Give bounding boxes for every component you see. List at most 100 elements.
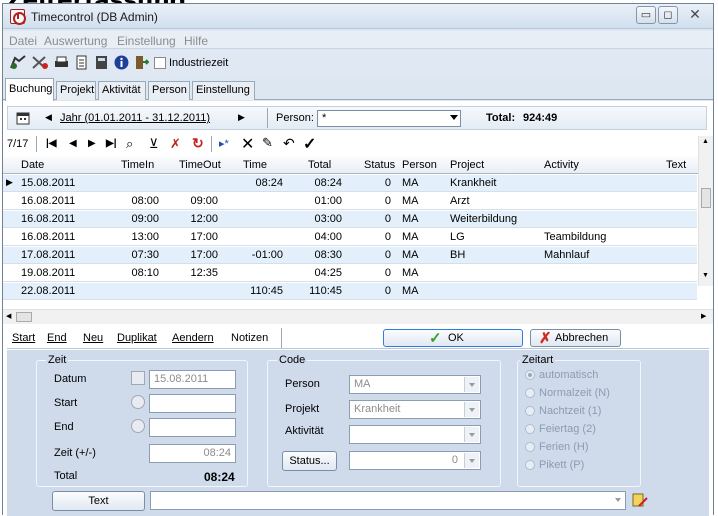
projekt-label: Projekt: [285, 403, 320, 415]
separator: [211, 136, 212, 152]
industriezeit-checkbox[interactable]: [154, 57, 166, 69]
start-button[interactable]: Start: [12, 332, 35, 344]
start-field[interactable]: [149, 394, 236, 413]
tab-person[interactable]: Person: [148, 81, 190, 100]
undo-icon[interactable]: ↶: [283, 135, 295, 152]
first-record-icon[interactable]: |◀: [46, 138, 57, 149]
radio-pikett[interactable]: [525, 460, 535, 470]
status-button[interactable]: Status...: [282, 451, 337, 471]
text-field[interactable]: [150, 491, 626, 510]
period-label[interactable]: Jahr (01.01.2011 - 31.12.2011): [60, 112, 210, 124]
total-value: 924:49: [523, 112, 558, 124]
table-row[interactable]: 22.08.2011 110:45 110:45 0 MA: [3, 283, 697, 300]
neu-button[interactable]: Neu: [83, 332, 103, 344]
next-period-arrow[interactable]: ▶: [238, 112, 245, 123]
column-activity[interactable]: Activity: [544, 159, 579, 171]
tab-aktivitaet[interactable]: Aktivität: [98, 81, 146, 100]
column-timein[interactable]: TimeIn: [121, 159, 154, 171]
column-time[interactable]: Time: [243, 159, 267, 171]
calendar-icon[interactable]: [16, 111, 30, 125]
scroll-left-icon[interactable]: ◀: [6, 312, 11, 320]
tab-buchung[interactable]: Buchung: [5, 78, 54, 101]
end-button[interactable]: End: [47, 332, 67, 344]
table-row[interactable]: 16.08.2011 08:00 09:00 01:00 0 MA Arzt: [3, 193, 697, 210]
radio-ferien[interactable]: [525, 442, 535, 452]
table-row[interactable]: 16.08.2011 13:00 17:00 04:00 0 MA LG Teambildun…: [3, 229, 697, 246]
grid-horizontal-scrollbar[interactable]: ◀ ▶: [3, 309, 713, 324]
insert-record-icon[interactable]: ▸*: [219, 137, 229, 150]
previous-record-icon[interactable]: ◀: [69, 138, 77, 149]
radio-ferien-label: Ferien (H): [539, 441, 589, 453]
person-filter-combo[interactable]: *: [317, 110, 461, 127]
hscroll-thumb[interactable]: [16, 312, 32, 322]
clock-icon[interactable]: [131, 419, 145, 433]
datum-field[interactable]: 15.08.2011: [149, 370, 236, 389]
menu-datei[interactable]: Datei: [9, 34, 37, 48]
column-person[interactable]: Person: [402, 159, 437, 171]
edit-record-icon[interactable]: ✎: [262, 135, 273, 151]
column-total[interactable]: Total: [308, 159, 331, 171]
grid-vertical-scrollbar[interactable]: ▲ ▼: [698, 136, 713, 286]
cell-total: 04:00: [314, 231, 342, 243]
column-timeout[interactable]: TimeOut: [179, 159, 221, 171]
edit-icon[interactable]: [9, 55, 27, 70]
binoculars-icon[interactable]: ⌕: [126, 136, 133, 152]
menu-hilfe[interactable]: Hilfe: [184, 34, 208, 48]
notizen-button[interactable]: Notizen: [231, 332, 268, 344]
abbrechen-button[interactable]: ✗ Abbrechen: [530, 329, 621, 347]
column-status[interactable]: Status: [364, 159, 395, 171]
table-row[interactable]: 19.08.2011 08:10 12:35 04:25 0 MA: [3, 265, 697, 282]
status-combo[interactable]: 0: [349, 451, 481, 470]
radio-normalzeit[interactable]: [525, 388, 535, 398]
column-project[interactable]: Project: [450, 159, 484, 171]
scroll-up-icon[interactable]: ▲: [702, 138, 709, 145]
column-date[interactable]: Date: [21, 159, 44, 171]
menu-auswertung[interactable]: Auswertung: [44, 34, 107, 48]
delete-record-icon[interactable]: ✕: [241, 134, 254, 154]
radio-feiertag[interactable]: [525, 424, 535, 434]
person-combo[interactable]: MA: [349, 375, 481, 394]
tools-icon[interactable]: [31, 55, 49, 70]
scroll-right-icon[interactable]: ▶: [701, 312, 706, 320]
calendar-picker-icon[interactable]: [131, 371, 145, 385]
exit-icon[interactable]: [134, 55, 149, 70]
separator: [281, 328, 282, 348]
close-button[interactable]: ✕: [684, 6, 706, 24]
radio-automatisch[interactable]: [525, 370, 535, 380]
duplikat-button[interactable]: Duplikat: [117, 332, 157, 344]
ok-button[interactable]: ✓ OK: [383, 329, 523, 347]
record-navigator: 7/17 |◀ ◀ ▶ ▶| ⌕ ⊻ ✗ ↻ ▸* ✕ ✎ ↶ ✓: [3, 134, 713, 156]
document-icon[interactable]: [74, 55, 89, 70]
tab-einstellung[interactable]: Einstellung: [192, 81, 255, 100]
table-row[interactable]: 17.08.2011 07:30 17:00 -01:00 08:30 0 MA BH Mahn…: [3, 247, 697, 264]
filter-icon[interactable]: ⊻: [149, 136, 159, 152]
table-row[interactable]: 16.08.2011 09:00 12:00 03:00 0 MA Weiterbildun…: [3, 211, 697, 228]
minimize-button[interactable]: ▭: [636, 6, 656, 24]
clock-icon[interactable]: [131, 395, 145, 409]
last-record-icon[interactable]: ▶|: [106, 138, 117, 149]
aktivitaet-combo[interactable]: [349, 425, 481, 444]
text-button[interactable]: Text: [52, 491, 145, 511]
save-record-icon[interactable]: ✓: [303, 134, 316, 154]
previous-period-arrow[interactable]: ◀: [45, 112, 52, 123]
next-record-icon[interactable]: ▶: [88, 138, 96, 149]
scroll-down-icon[interactable]: ▼: [702, 272, 709, 279]
projekt-combo[interactable]: Krankheit: [349, 400, 481, 419]
aendern-button[interactable]: Aendern: [172, 332, 214, 344]
scroll-thumb[interactable]: [701, 188, 711, 208]
zeit-plusminus-field[interactable]: 08:24: [149, 444, 236, 463]
cell-person: MA: [402, 213, 419, 225]
radio-nachtzeit[interactable]: [525, 406, 535, 416]
maximize-button[interactable]: ◻: [658, 6, 678, 24]
table-row[interactable]: ▶ 15.08.2011 08:24 08:24 0 MA Krankheit: [3, 175, 697, 192]
print-icon[interactable]: [54, 55, 69, 70]
calculator-icon[interactable]: [94, 55, 109, 70]
refresh-icon[interactable]: ↻: [192, 135, 204, 152]
menu-einstellung[interactable]: Einstellung: [117, 34, 176, 48]
tab-projekt[interactable]: Projekt: [56, 81, 96, 100]
column-text[interactable]: Text: [666, 159, 686, 171]
edit-text-icon[interactable]: [631, 492, 649, 509]
clear-filter-icon[interactable]: ✗: [170, 136, 181, 152]
info-icon[interactable]: [114, 55, 129, 70]
end-field[interactable]: [149, 418, 236, 437]
